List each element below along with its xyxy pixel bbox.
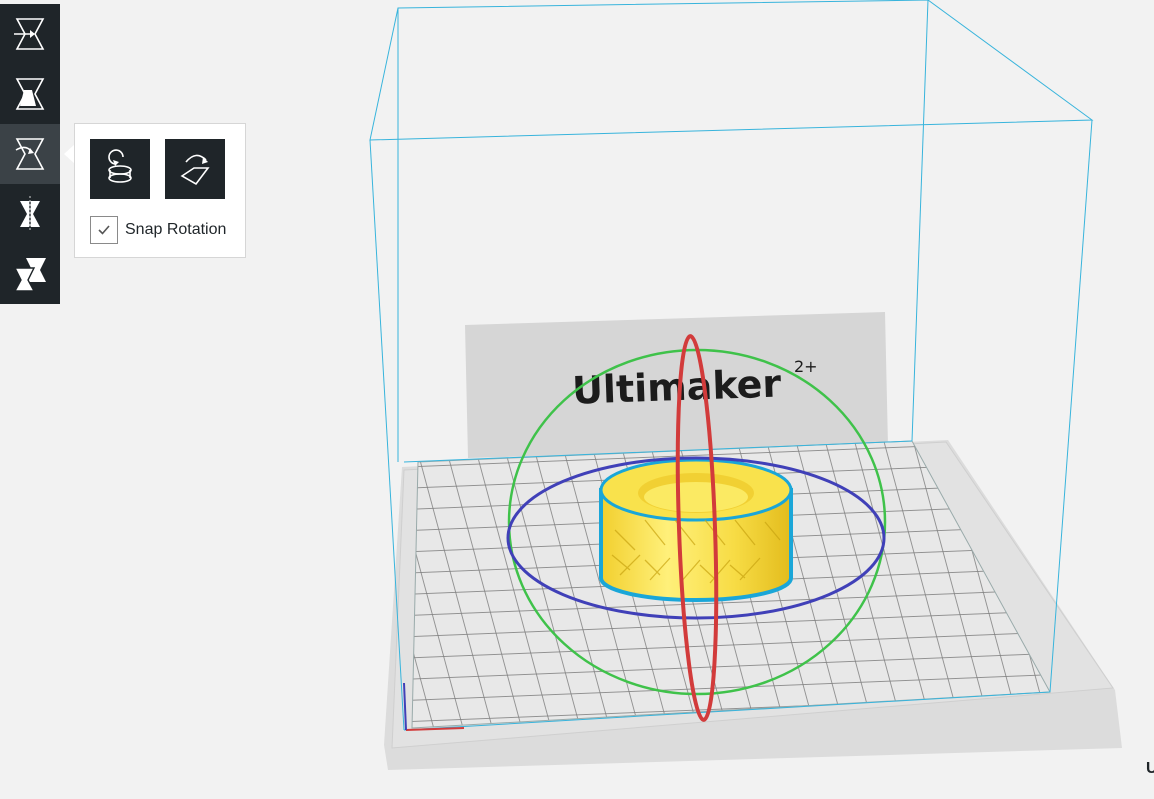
- scale-tool-button[interactable]: [0, 64, 60, 124]
- per-model-settings-icon: [13, 258, 46, 292]
- move-tool-button[interactable]: [0, 4, 60, 64]
- tool-sidebar: [0, 4, 60, 304]
- snap-rotation-option[interactable]: Snap Rotation: [90, 215, 226, 245]
- rotate-tool-icon: [15, 138, 45, 170]
- rotate-tool-panel: Snap Rotation: [74, 123, 246, 258]
- 3d-viewport[interactable]: Ultimaker 2+: [0, 0, 1154, 799]
- lay-flat-icon: [180, 154, 210, 186]
- move-tool-icon: [14, 18, 45, 50]
- mirror-tool-button[interactable]: [0, 184, 60, 244]
- scale-tool-icon: [15, 78, 45, 110]
- model-cylinder[interactable]: [599, 458, 793, 602]
- checkmark-icon: [98, 225, 110, 235]
- printer-logo-superscript: 2+: [794, 357, 818, 376]
- rotate-tool-button[interactable]: [0, 124, 60, 184]
- corner-text: U: [1146, 760, 1154, 777]
- printer-logo: Ultimaker: [571, 361, 782, 412]
- mirror-tool-icon: [20, 196, 40, 232]
- per-model-settings-button[interactable]: [0, 244, 60, 304]
- snap-rotation-label: Snap Rotation: [125, 221, 227, 238]
- reset-rotation-icon: [108, 149, 132, 183]
- reset-rotation-button[interactable]: [90, 139, 150, 199]
- snap-rotation-checkbox[interactable]: [90, 216, 118, 244]
- lay-flat-button[interactable]: [165, 139, 225, 199]
